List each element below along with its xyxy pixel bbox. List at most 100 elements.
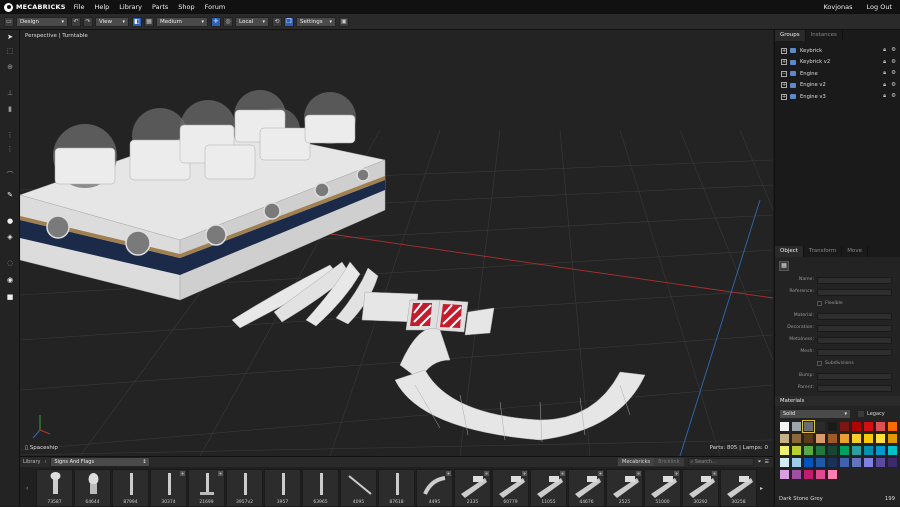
user-link[interactable]: Kovjonas: [823, 3, 852, 11]
light-bulb-icon[interactable]: ●: [5, 216, 15, 226]
add-variant-icon[interactable]: +: [674, 471, 679, 476]
gear-icon[interactable]: ⚙: [891, 59, 896, 66]
lock-icon[interactable]: 🔒︎: [883, 93, 886, 100]
screenshot-camera-icon[interactable]: ■: [5, 292, 15, 302]
redo-icon[interactable]: ↷: [83, 16, 93, 27]
part-tile[interactable]: 3957v2: [226, 469, 263, 507]
gear-icon[interactable]: ⚙: [891, 70, 896, 77]
undo-icon[interactable]: ↶: [71, 16, 81, 27]
app-mode-icon[interactable]: ▭: [4, 16, 14, 27]
delete-icon[interactable]: ▮: [5, 104, 15, 114]
color-swatch[interactable]: [852, 446, 861, 455]
color-swatch[interactable]: [780, 422, 789, 431]
color-swatch[interactable]: [840, 422, 849, 431]
menu-parts[interactable]: Parts: [152, 3, 168, 11]
legacy-checkbox[interactable]: [858, 411, 864, 417]
add-variant-icon[interactable]: +: [636, 471, 641, 476]
expand-icon[interactable]: +: [781, 82, 787, 89]
part-tile[interactable]: 21699 +: [188, 469, 225, 507]
group-row[interactable]: + Keybrick 🔒︎ ⚙: [775, 45, 900, 57]
copy-icon[interactable]: ❐: [284, 16, 294, 27]
color-swatch[interactable]: [864, 458, 873, 467]
mode-select[interactable]: Design ▾: [16, 16, 68, 27]
color-swatch[interactable]: [780, 446, 789, 455]
part-tile[interactable]: 30374 +: [150, 469, 187, 507]
color-swatch[interactable]: [780, 458, 789, 467]
color-swatch[interactable]: [852, 434, 861, 443]
menu-library[interactable]: Library: [119, 3, 142, 11]
part-tile[interactable]: 3957: [264, 469, 301, 507]
add-variant-icon[interactable]: +: [218, 471, 223, 476]
bump-field[interactable]: [817, 373, 892, 380]
color-swatch[interactable]: [828, 470, 837, 479]
part-tile[interactable]: 4095: [340, 469, 377, 507]
mesh-field[interactable]: [817, 349, 892, 356]
grid-icon[interactable]: ▦: [144, 16, 154, 27]
color-swatch[interactable]: [816, 434, 825, 443]
camera-icon[interactable]: ◧: [132, 16, 142, 27]
snap-icon[interactable]: ⟲: [272, 16, 282, 27]
pivot-icon[interactable]: ◎: [223, 16, 233, 27]
flexible-checkbox[interactable]: [817, 301, 822, 306]
part-tile[interactable]: 64644: [74, 469, 111, 507]
color-swatch[interactable]: [828, 446, 837, 455]
color-swatch[interactable]: [888, 446, 897, 455]
save-icon[interactable]: ▣: [339, 16, 349, 27]
color-swatch[interactable]: [802, 420, 815, 433]
decoration-field[interactable]: [817, 325, 892, 332]
source-bricklink-button[interactable]: Bricklink: [654, 458, 684, 466]
settings-select[interactable]: Settings ▾: [296, 16, 336, 27]
color-swatch[interactable]: [864, 434, 873, 443]
paint-bucket-icon[interactable]: ◈: [5, 232, 15, 242]
color-swatch[interactable]: [888, 422, 897, 431]
add-variant-icon[interactable]: +: [446, 471, 451, 476]
color-swatch[interactable]: [780, 470, 789, 479]
expand-icon[interactable]: +: [781, 59, 787, 66]
part-tile[interactable]: 30258: [720, 469, 757, 507]
color-swatch[interactable]: [780, 434, 789, 443]
color-swatch[interactable]: [876, 458, 885, 467]
color-swatch[interactable]: [792, 458, 801, 467]
color-swatch[interactable]: [828, 434, 837, 443]
move-tool-icon[interactable]: ✛: [211, 16, 221, 27]
quality-select[interactable]: Medium ▾: [156, 16, 208, 27]
select-arrow-icon[interactable]: ➤: [5, 32, 15, 42]
category-select[interactable]: Signs And Flags ↕: [50, 457, 151, 467]
menu-file[interactable]: File: [74, 3, 85, 11]
color-swatch[interactable]: [840, 458, 849, 467]
color-swatch[interactable]: [864, 446, 873, 455]
color-swatch[interactable]: [792, 470, 801, 479]
tab-instances[interactable]: Instances: [806, 30, 843, 41]
color-swatch[interactable]: [828, 458, 837, 467]
part-tile[interactable]: 60779 +: [492, 469, 529, 507]
color-swatch[interactable]: [816, 470, 825, 479]
hide-icon[interactable]: ◌: [5, 258, 15, 268]
add-variant-icon[interactable]: +: [484, 471, 489, 476]
menu-help[interactable]: Help: [94, 3, 109, 11]
color-swatch[interactable]: [840, 446, 849, 455]
source-mecabricks-button[interactable]: Mecabricks: [618, 458, 655, 466]
color-swatch[interactable]: [840, 434, 849, 443]
group-row[interactable]: + Engine v2 🔒︎ ⚙: [775, 80, 900, 92]
add-variant-icon[interactable]: +: [712, 471, 717, 476]
add-variant-icon[interactable]: +: [598, 471, 603, 476]
part-tile[interactable]: 87618: [378, 469, 415, 507]
parent-field[interactable]: [817, 385, 892, 392]
color-swatch[interactable]: [804, 446, 813, 455]
color-swatch[interactable]: [792, 446, 801, 455]
color-swatch[interactable]: [804, 458, 813, 467]
box-select-icon[interactable]: ⬚: [5, 46, 15, 56]
add-variant-icon[interactable]: +: [180, 471, 185, 476]
color-swatch[interactable]: [876, 446, 885, 455]
part-tile[interactable]: 44676 +: [568, 469, 605, 507]
filter-icon[interactable]: ⏷: [758, 459, 762, 465]
material-type-select[interactable]: Solid ▾: [779, 409, 851, 419]
part-tile[interactable]: 73587: [36, 469, 73, 507]
color-swatch[interactable]: [816, 458, 825, 467]
part-tile[interactable]: 30292 +: [682, 469, 719, 507]
color-swatch[interactable]: [876, 422, 885, 431]
color-swatch[interactable]: [804, 434, 813, 443]
color-swatch[interactable]: [804, 470, 813, 479]
expand-icon[interactable]: +: [781, 93, 787, 100]
visibility-eye-icon[interactable]: ◉: [5, 275, 15, 285]
